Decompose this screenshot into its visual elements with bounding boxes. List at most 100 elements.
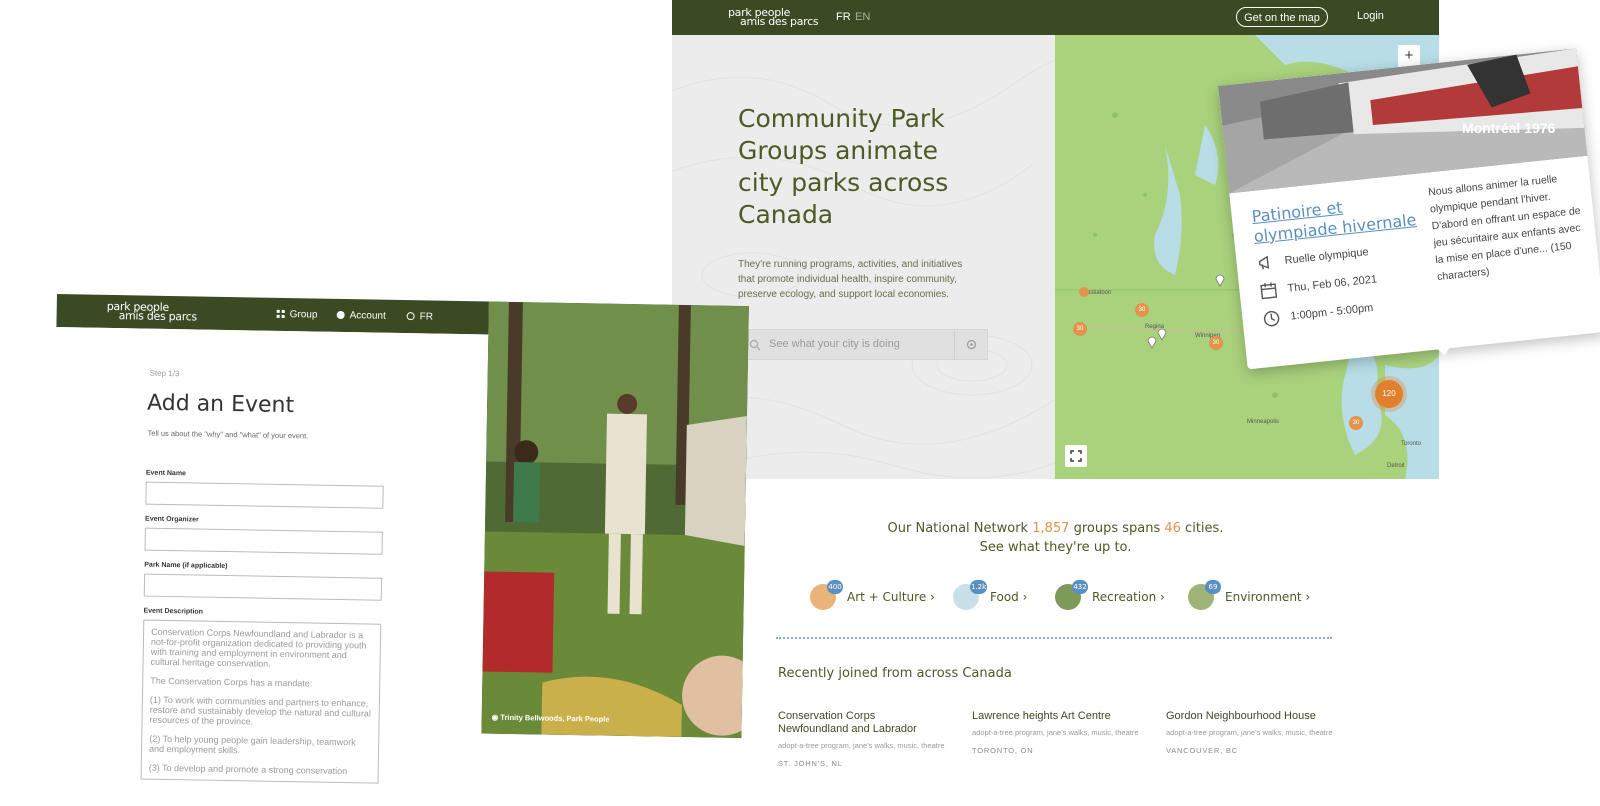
description-paragraph: (1) To work with communities and partner… (149, 695, 371, 729)
cities-count: 46 (1164, 521, 1181, 536)
add-event-form: Step 1/3 Add an Event Tell us about the … (48, 327, 488, 794)
nav-language-link[interactable]: FR (407, 311, 434, 322)
event-location: Ruelle olympique (1284, 246, 1369, 267)
park-people-logo[interactable]: park people amis des parcs (728, 8, 818, 26)
login-link[interactable]: Login (1357, 10, 1384, 22)
park-people-logo[interactable]: park people amis des parcs (107, 302, 198, 322)
category-links: 400 Art + Culture › 1.2k Food › 432 Recr… (810, 584, 1330, 614)
national-network-summary: Our National Network 1,857 groups spans … (672, 519, 1439, 557)
crosshair-icon (965, 338, 978, 351)
map-cluster[interactable]: 30 (1135, 303, 1149, 317)
recent-group-card[interactable]: Lawrence heights Art Centre adopt-a-tree… (972, 710, 1142, 755)
globe-icon (407, 312, 415, 320)
group-tags: adopt-a-tree program, jane's walks, musi… (972, 728, 1142, 737)
add-event-screenshot: park people amis des parcs Group Account… (48, 294, 757, 806)
photo-caption-text: Trinity Bellwoods, Park People (500, 713, 609, 724)
map-cluster[interactable]: 30 (1349, 416, 1363, 430)
park-event-photo: ◉ Trinity Bellwoods, Park People (481, 302, 748, 738)
lang-fr-link[interactable]: FR (836, 11, 851, 23)
category-label: Food › (990, 590, 1027, 604)
event-time-row: 1:00pm - 5:00pm (1262, 299, 1374, 329)
event-title-link[interactable]: Patinoire et olympiade hivernale (1251, 189, 1424, 247)
network-line1: Our National Network 1,857 groups spans … (672, 519, 1439, 538)
event-description-label: Event Description (143, 608, 203, 616)
calendar-icon (1259, 281, 1279, 301)
recently-joined-title: Recently joined from across Canada (778, 666, 1012, 681)
event-name-field[interactable] (145, 482, 383, 509)
network-line2: See what they're up to. (672, 538, 1439, 557)
category-count: 1.2k (970, 580, 987, 594)
nav-language-label: FR (420, 311, 434, 322)
logo-line2: amis des parcs (728, 17, 818, 26)
event-description-textarea[interactable]: Conservation Corps Newfoundland and Labr… (141, 620, 382, 784)
nav-account-link[interactable]: Account (337, 310, 386, 322)
category-count: 69 (1205, 580, 1221, 594)
fullscreen-button[interactable] (1065, 445, 1087, 467)
park-name-field[interactable] (144, 574, 382, 601)
group-tags: adopt-a-tree program, jane's walks, musi… (1166, 728, 1336, 737)
lang-en-link[interactable]: EN (855, 11, 870, 23)
network-text-mid: groups spans (1069, 521, 1164, 536)
event-organizer-field[interactable] (145, 528, 383, 555)
logo-line2: amis des parcs (107, 311, 197, 322)
group-city: ST. JOHN'S, NL (778, 759, 948, 768)
megaphone-icon (1256, 253, 1276, 273)
description-paragraph: (2) To help young people gain leadership… (149, 734, 371, 758)
get-on-the-map-button[interactable]: Get on the map (1236, 7, 1328, 27)
dotted-divider (776, 637, 1332, 639)
group-name: Gordon Neighbourhood House (1166, 710, 1336, 723)
gear-icon (337, 311, 345, 319)
category-label: Art + Culture › (847, 590, 935, 604)
map-cluster[interactable]: 30 (1209, 336, 1223, 350)
groups-count: 1,857 (1032, 521, 1069, 536)
group-city: VANCOUVER, BC (1166, 746, 1336, 755)
map-pin[interactable] (1079, 287, 1089, 297)
event-location-row: Ruelle olympique (1256, 243, 1370, 273)
category-count: 400 (827, 580, 843, 594)
form-hint: Tell us about the "why" and "what" of yo… (148, 429, 309, 441)
group-tags: adopt-a-tree program, jane's walks, musi… (778, 741, 948, 750)
map-marker-icon[interactable] (1157, 327, 1167, 341)
map-cluster-large[interactable]: 120 (1375, 380, 1403, 408)
mural-text: Montréal 1976 (1462, 120, 1555, 136)
locate-me-button[interactable] (954, 330, 987, 359)
step-indicator: Step 1/3 (150, 369, 180, 379)
map-marker-icon[interactable] (1215, 273, 1225, 287)
category-count: 432 (1072, 580, 1088, 594)
nav-group-link[interactable]: Group (277, 309, 318, 321)
map-label-minneapolis: Minneapolis (1247, 419, 1279, 425)
event-date-row: Thu, Feb 06, 2021 (1259, 270, 1378, 300)
park-performance-image (481, 302, 748, 738)
map-label-detroit: Detroit (1387, 463, 1405, 469)
recent-group-card[interactable]: Gordon Neighbourhood House adopt-a-tree … (1166, 710, 1336, 755)
event-organizer-label: Event Organizer (145, 516, 199, 524)
form-title: Add an Event (147, 391, 294, 419)
event-popup-card[interactable]: Montréal 1976 Patinoire et olympiade hiv… (1218, 48, 1600, 369)
event-date: Thu, Feb 06, 2021 (1287, 273, 1378, 294)
nav-account-label: Account (350, 310, 386, 322)
recent-group-card[interactable]: Conservation Corps Newfoundland and Labr… (778, 710, 948, 768)
grid-icon (277, 310, 285, 318)
map-label-toronto: Toronto (1401, 441, 1421, 447)
group-name: Lawrence heights Art Centre (972, 710, 1142, 723)
search-placeholder: See what your city is doing (769, 338, 900, 350)
network-text-pre: Our National Network (888, 521, 1033, 536)
category-label: Environment › (1225, 590, 1310, 604)
nav-group-label: Group (290, 309, 318, 320)
group-city: TORONTO, ON (972, 746, 1142, 755)
group-name: Conservation Corps Newfoundland and Labr… (778, 710, 948, 736)
event-name-label: Event Name (146, 470, 186, 478)
map-cluster[interactable]: 30 (1073, 322, 1087, 336)
description-paragraph: The Conservation Corps has a mandate: (150, 676, 372, 690)
hero-title: Community Park Groups animate city parks… (738, 103, 978, 231)
map-marker-icon[interactable] (1147, 335, 1157, 349)
event-description: Nous allons animer la ruelle olympique p… (1427, 169, 1587, 286)
top-navigation: park people amis des parcs FR EN Get on … (672, 0, 1439, 35)
fullscreen-icon (1070, 450, 1082, 462)
clock-icon (1262, 309, 1282, 329)
event-time: 1:00pm - 5:00pm (1290, 302, 1374, 323)
city-search-input[interactable]: See what your city is doing (738, 329, 988, 360)
popup-pointer (1437, 346, 1452, 356)
network-text-post: cities. (1181, 521, 1224, 536)
park-name-label: Park Name (if applicable) (144, 562, 227, 570)
